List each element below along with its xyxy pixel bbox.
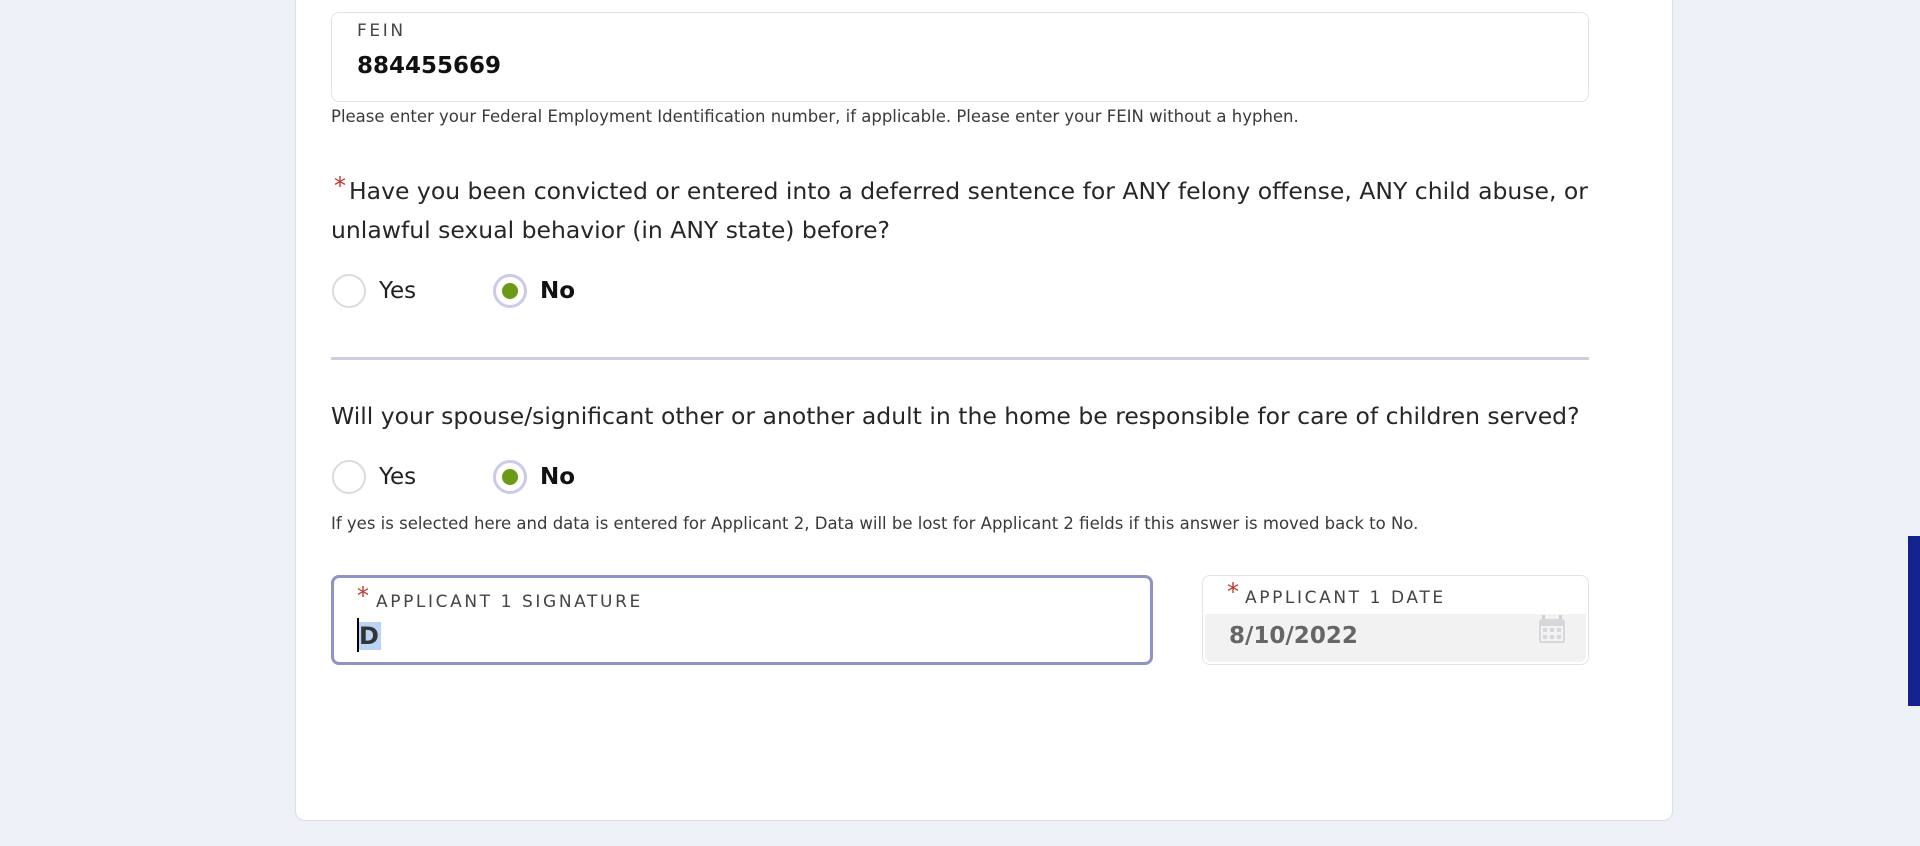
- fein-field[interactable]: FEIN 884455669: [331, 12, 1589, 102]
- question1-text: Have you been convicted or entered into …: [331, 172, 1611, 250]
- applicant1-date-field[interactable]: * APPLICANT 1 DATE 8/10/2022: [1202, 575, 1589, 665]
- scrollbar-thumb[interactable]: [1908, 536, 1920, 706]
- question1-no-label[interactable]: No: [540, 278, 575, 304]
- question2-no-label[interactable]: No: [540, 464, 575, 490]
- question2-yes-label[interactable]: Yes: [379, 464, 416, 490]
- fein-input[interactable]: 884455669: [357, 53, 501, 79]
- fein-hint: Please enter your Federal Employment Ide…: [331, 107, 1299, 126]
- signature-input[interactable]: D: [357, 622, 381, 650]
- date-label: APPLICANT 1 DATE: [1245, 588, 1446, 608]
- fein-label: FEIN: [357, 21, 406, 41]
- question2-yes-radio[interactable]: [332, 460, 366, 494]
- calendar-icon[interactable]: [1538, 614, 1566, 648]
- question1-yes-label[interactable]: Yes: [379, 278, 416, 304]
- signature-required-mark: *: [357, 582, 369, 610]
- text-caret: [357, 618, 359, 652]
- signature-label: APPLICANT 1 SIGNATURE: [376, 592, 643, 612]
- question1-label: Have you been convicted or entered into …: [331, 177, 1588, 244]
- section-divider: [331, 357, 1589, 360]
- question2-no-radio[interactable]: [493, 460, 527, 494]
- question1-yes-radio[interactable]: [332, 274, 366, 308]
- question1-no-radio[interactable]: [493, 274, 527, 308]
- date-input-area[interactable]: 8/10/2022: [1205, 614, 1586, 662]
- date-input[interactable]: 8/10/2022: [1229, 623, 1358, 649]
- applicant1-signature-field[interactable]: * APPLICANT 1 SIGNATURE D: [331, 575, 1153, 665]
- date-required-mark: *: [1227, 578, 1239, 606]
- question2-text: Will your spouse/significant other or an…: [331, 402, 1580, 430]
- question2-hint: If yes is selected here and data is ente…: [331, 514, 1419, 533]
